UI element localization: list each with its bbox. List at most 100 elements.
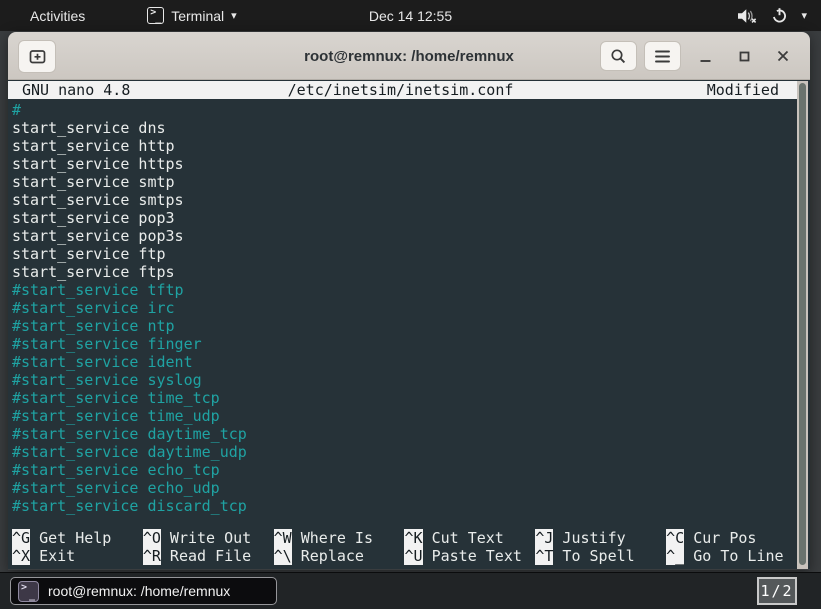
nano-title-bar: GNU nano 4.8 /etc/inetsim/inetsim.conf M… <box>8 81 797 99</box>
minimize-button[interactable] <box>690 41 720 71</box>
clock[interactable]: Dec 14 12:55 <box>369 0 452 31</box>
nano-shortcut: ^_ Go To Line <box>666 547 797 565</box>
buffer-line: #start_service ntp <box>12 317 797 335</box>
nano-shortcut: ^U Paste Text <box>404 547 535 565</box>
top-bar: Activities >_ Terminal ▾ Dec 14 12:55 ▾ <box>0 0 821 31</box>
nano-shortcut: ^C Cur Pos <box>666 529 797 547</box>
buffer-line: start_service smtps <box>12 191 797 209</box>
shortcut-key: ^K <box>404 529 422 547</box>
system-menu[interactable]: ▾ <box>737 7 821 24</box>
buffer-line: start_service http <box>12 137 797 155</box>
app-menu-label: Terminal <box>171 8 224 24</box>
nano-shortcut: ^O Write Out <box>143 529 274 547</box>
search-icon <box>610 48 627 65</box>
taskbar-window-label: root@remnux: /home/remnux <box>48 583 230 599</box>
shortcut-label: Justify <box>553 529 625 547</box>
nano-shortcut: ^X Exit <box>12 547 143 565</box>
buffer-line: start_service ftp <box>12 245 797 263</box>
nano-shortcut: ^J Justify <box>535 529 666 547</box>
nano-shortcut: ^K Cut Text <box>404 529 535 547</box>
new-tab-button[interactable] <box>18 40 56 73</box>
nano-modified-flag: Modified <box>513 81 797 99</box>
titlebar-controls <box>600 32 798 80</box>
buffer-line: start_service pop3s <box>12 227 797 245</box>
buffer-line: start_service ftps <box>12 263 797 281</box>
close-icon <box>776 49 790 63</box>
app-menu-terminal[interactable]: >_ Terminal ▾ <box>147 7 236 24</box>
buffer-line: start_service dns <box>12 119 797 137</box>
terminal-screen[interactable]: GNU nano 4.8 /etc/inetsim/inetsim.conf M… <box>8 80 810 569</box>
nano-shortcut-bar: ^G Get Help^O Write Out^W Where Is^K Cut… <box>12 529 797 565</box>
chevron-down-icon: ▾ <box>801 9 807 22</box>
buffer-line: start_service pop3 <box>12 209 797 227</box>
buffer-line: #start_service irc <box>12 299 797 317</box>
shortcut-label: Read File <box>161 547 251 565</box>
buffer-line: #start_service time_udp <box>12 407 797 425</box>
nano-buffer: #start_service dnsstart_service httpstar… <box>12 101 797 515</box>
buffer-line: #start_service finger <box>12 335 797 353</box>
shortcut-key: ^U <box>404 547 422 565</box>
nano-shortcut: ^T To Spell <box>535 547 666 565</box>
shortcut-key: ^J <box>535 529 553 547</box>
buffer-line: #start_service syslog <box>12 371 797 389</box>
shortcut-key: ^C <box>666 529 684 547</box>
new-tab-icon <box>28 47 47 66</box>
shortcut-label: Cut Text <box>423 529 504 547</box>
shortcut-label: Exit <box>30 547 75 565</box>
buffer-line: #start_service daytime_tcp <box>12 425 797 443</box>
nano-version-label: GNU nano 4.8 <box>8 81 288 99</box>
window-titlebar[interactable]: root@remnux: /home/remnux <box>8 32 810 80</box>
shortcut-label: To Spell <box>553 547 634 565</box>
buffer-line: #start_service time_tcp <box>12 389 797 407</box>
shortcut-key: ^G <box>12 529 30 547</box>
nano-file-path: /etc/inetsim/inetsim.conf <box>288 81 514 99</box>
buffer-line: start_service https <box>12 155 797 173</box>
window-title: root@remnux: /home/remnux <box>304 32 514 80</box>
chevron-down-icon: ▾ <box>231 9 237 22</box>
shortcut-label: Get Help <box>30 529 111 547</box>
shortcut-key: ^W <box>274 529 292 547</box>
shortcut-key: ^T <box>535 547 553 565</box>
buffer-line: # <box>12 101 797 119</box>
buffer-line: start_service smtp <box>12 173 797 191</box>
maximize-icon <box>739 51 750 62</box>
buffer-line: #start_service discard_tcp <box>12 497 797 515</box>
nano-shortcut: ^R Read File <box>143 547 274 565</box>
window-list-bar: >_ root@remnux: /home/remnux 1/2 <box>0 572 821 609</box>
terminal-icon: >_ <box>18 581 39 602</box>
shortcut-label: Paste Text <box>423 547 522 565</box>
terminal-window: root@remnux: /home/remnux <box>8 32 810 570</box>
maximize-button[interactable] <box>729 41 759 71</box>
buffer-line: #start_service echo_tcp <box>12 461 797 479</box>
shortcut-label: Write Out <box>161 529 251 547</box>
scrollbar[interactable] <box>797 81 808 569</box>
scrollbar-thumb[interactable] <box>799 83 806 565</box>
buffer-line: #start_service ident <box>12 353 797 371</box>
menu-button[interactable] <box>644 41 681 71</box>
taskbar-window-button[interactable]: >_ root@remnux: /home/remnux <box>10 577 277 605</box>
shortcut-key: ^\ <box>274 547 292 565</box>
nano-shortcut: ^G Get Help <box>12 529 143 547</box>
buffer-line: #start_service echo_udp <box>12 479 797 497</box>
shortcut-label: Go To Line <box>684 547 783 565</box>
shortcut-label: Where Is <box>292 529 373 547</box>
minimize-icon <box>699 50 712 63</box>
nano-shortcut: ^W Where Is <box>274 529 405 547</box>
power-icon <box>771 7 788 24</box>
hamburger-menu-icon <box>654 49 671 64</box>
shortcut-label: Replace <box>292 547 364 565</box>
buffer-line: #start_service daytime_udp <box>12 443 797 461</box>
volume-muted-icon <box>737 8 758 24</box>
nano-shortcut: ^\ Replace <box>274 547 405 565</box>
shortcut-key: ^_ <box>666 547 684 565</box>
shortcut-label: Cur Pos <box>684 529 756 547</box>
close-button[interactable] <box>768 41 798 71</box>
terminal-icon: >_ <box>147 7 164 24</box>
shortcut-key: ^R <box>143 547 161 565</box>
activities-button[interactable]: Activities <box>26 6 89 26</box>
workspace-indicator[interactable]: 1/2 <box>757 577 797 605</box>
buffer-line: #start_service tftp <box>12 281 797 299</box>
search-button[interactable] <box>600 41 637 71</box>
shortcut-key: ^O <box>143 529 161 547</box>
shortcut-key: ^X <box>12 547 30 565</box>
